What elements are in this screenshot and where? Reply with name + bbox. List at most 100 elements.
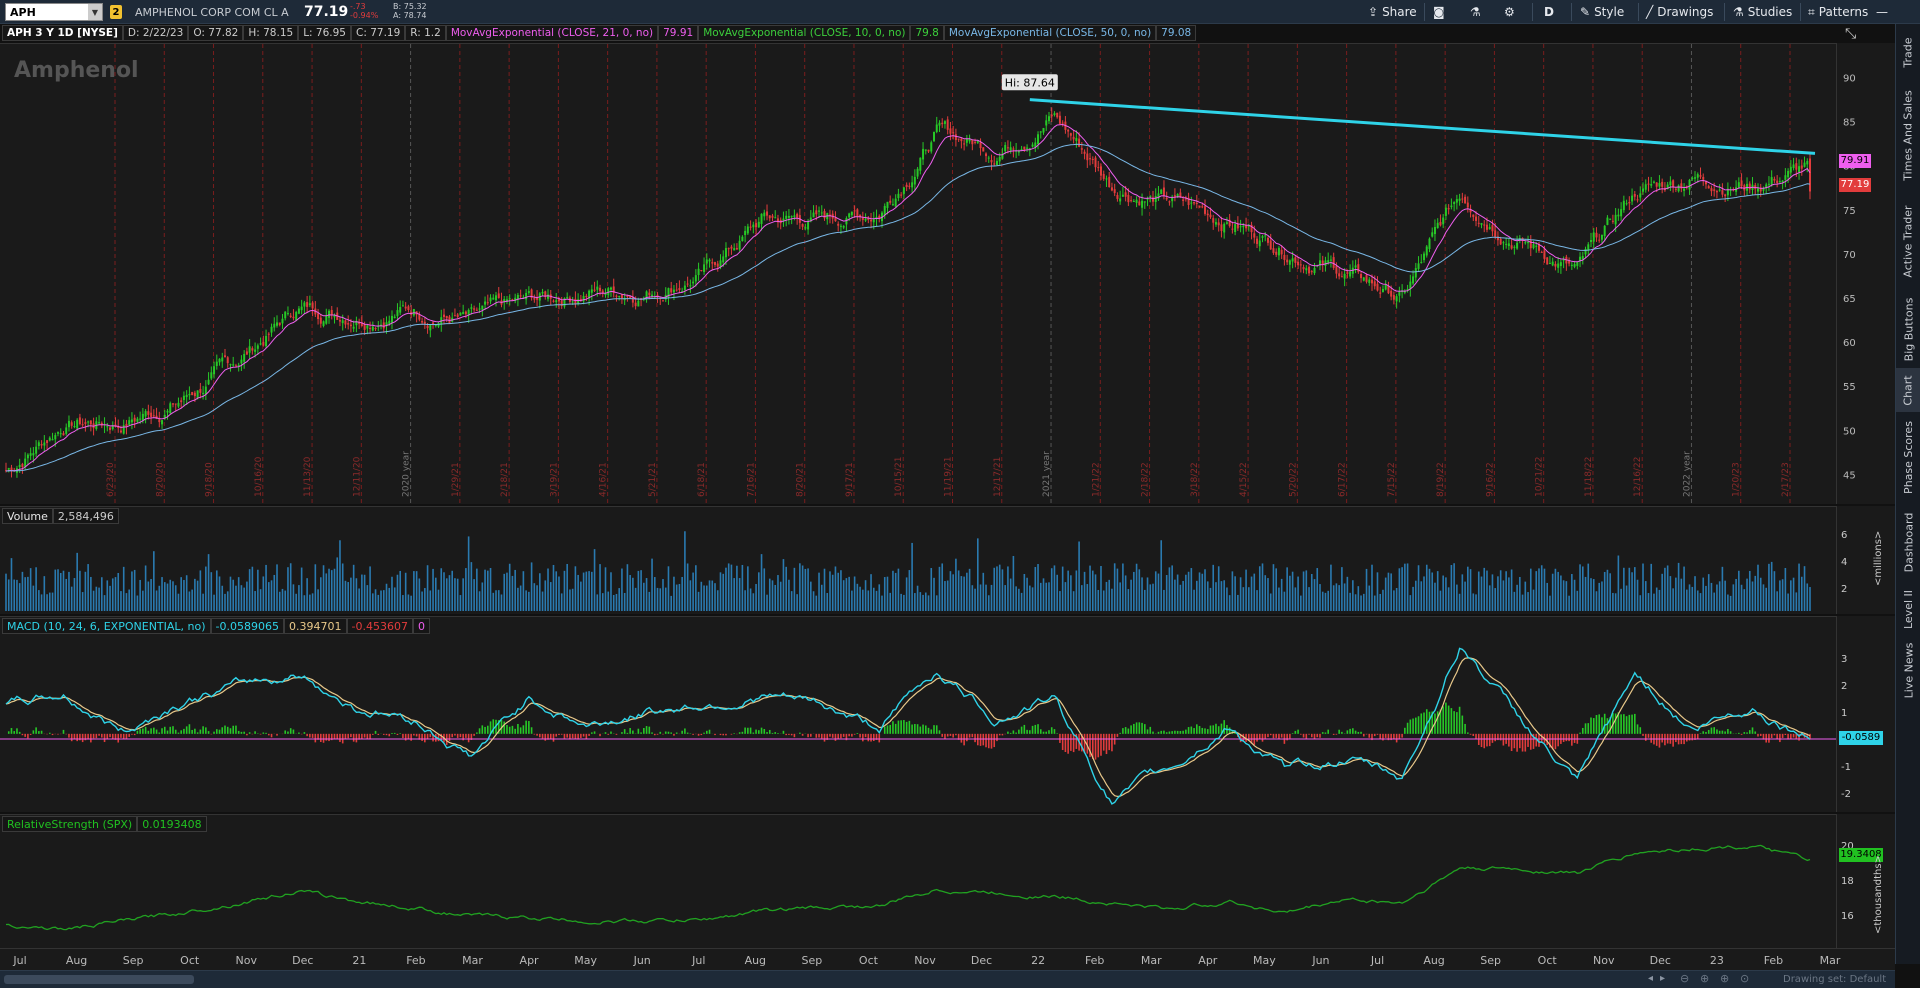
- settings-button[interactable]: ⚙: [1504, 3, 1515, 21]
- volume-bar: [363, 574, 366, 611]
- ema50-label[interactable]: MovAvgExponential (CLOSE, 50, 0, no): [943, 25, 1157, 41]
- camera-button[interactable]: ◙: [1433, 3, 1445, 21]
- link-group-badge[interactable]: 2: [110, 5, 122, 19]
- candle-body: [1121, 194, 1124, 197]
- volume-chart[interactable]: [0, 507, 1836, 614]
- chevron-down-icon[interactable]: ▼: [88, 4, 102, 20]
- patterns-button[interactable]: ⌗ Patterns: [1808, 3, 1868, 21]
- macd-hist-bar: [117, 733, 120, 743]
- chart-scrollbar[interactable]: ◂ ▸ ⊖ ⊕ ⊕ ⊙ Drawing set: Default: [0, 970, 1895, 988]
- macd-panel[interactable]: MACD (10, 24, 6, EXPONENTIAL, no) -0.058…: [0, 616, 1836, 812]
- volume-panel[interactable]: Volume 2,584,496: [0, 506, 1836, 614]
- volume-bar: [1237, 594, 1239, 611]
- candle-body: [396, 310, 399, 317]
- share-button[interactable]: ⇪ Share: [1368, 3, 1417, 21]
- volume-bar: [1321, 591, 1324, 611]
- zoom-fit-icon[interactable]: ⊕: [1700, 972, 1709, 985]
- macd-hist-bar: [1097, 733, 1100, 758]
- tab-big-buttons[interactable]: Big Buttons: [1896, 292, 1920, 366]
- candle-body: [300, 306, 303, 311]
- macd-hist-bar: [1012, 730, 1015, 734]
- macd-hist-bar: [686, 732, 689, 734]
- macd-chart[interactable]: [0, 617, 1836, 812]
- toolbar-divider: [1638, 3, 1639, 21]
- tab-level-ii[interactable]: Level II: [1896, 584, 1920, 634]
- tab-times-and-sales[interactable]: Times And Sales: [1896, 80, 1920, 190]
- candle-body: [171, 403, 174, 405]
- price-panel[interactable]: Amphenol 6/23/20 8/20/20 9/18/20 10/16/20 11…: [0, 43, 1836, 504]
- drawing-set-label[interactable]: Drawing set: Default: [1783, 974, 1886, 985]
- scroll-left-icon[interactable]: ◂: [1648, 973, 1653, 984]
- volume-bar: [845, 578, 848, 611]
- volume-bar: [465, 568, 467, 611]
- volume-bar: [267, 582, 270, 611]
- volume-bar: [1097, 589, 1100, 611]
- drawings-button[interactable]: ╱ Drawings: [1646, 3, 1713, 21]
- macd-hist-bar: [935, 725, 938, 734]
- volume-bar: [210, 572, 213, 611]
- volume-bar: [643, 582, 645, 611]
- volume-scale[interactable]: 6 4 2 <millions>: [1836, 506, 1895, 614]
- zoom-reset-icon[interactable]: ⊙: [1740, 972, 1749, 985]
- macd-hist-bar: [98, 733, 100, 736]
- macd-hist-bar: [344, 733, 347, 739]
- flask-button[interactable]: ⚗: [1470, 3, 1481, 21]
- ema21-label[interactable]: MovAvgExponential (CLOSE, 21, 0, no): [445, 25, 659, 41]
- price-chart[interactable]: Amphenol 6/23/20 8/20/20 9/18/20 10/16/20 11…: [0, 44, 1836, 504]
- rs-chart[interactable]: [0, 815, 1836, 948]
- scroll-right-icon[interactable]: ▸: [1660, 973, 1665, 984]
- volume-bar: [188, 591, 191, 611]
- volume-bar: [755, 583, 757, 611]
- volume-bar: [634, 587, 637, 611]
- candle-body: [1256, 238, 1259, 244]
- macd-hist-bar: [1185, 729, 1187, 734]
- volume-label[interactable]: Volume: [2, 508, 53, 524]
- volume-bar: [1707, 574, 1710, 611]
- tab-active-trader[interactable]: Active Trader: [1896, 196, 1920, 286]
- macd-hist-bar: [306, 733, 308, 737]
- rs-label[interactable]: RelativeStrength (SPX): [2, 816, 138, 832]
- tab-dashboard[interactable]: Dashboard: [1896, 504, 1920, 580]
- minimize-button[interactable]: —: [1876, 3, 1888, 21]
- candle-body: [401, 305, 404, 307]
- volume-bar: [1094, 574, 1097, 611]
- volume-bar: [1658, 589, 1661, 611]
- candle-body: [1543, 250, 1546, 260]
- macd-scale[interactable]: 3 2 1 -1 -2 -0.0589: [1836, 616, 1895, 812]
- ema10-label[interactable]: MovAvgExponential (CLOSE, 10, 0, no): [698, 25, 911, 41]
- month-label: Feb: [406, 954, 425, 967]
- macd-hist-bar: [615, 733, 618, 735]
- rs-scale[interactable]: 20 18 16 19.3408 <thousandths>: [1836, 814, 1895, 948]
- candle-body: [43, 442, 46, 446]
- macd-hist-bar: [106, 733, 109, 739]
- studies-button[interactable]: ⚗ Studies: [1733, 3, 1792, 21]
- price-scale[interactable]: 90858075706560555045 79.91 77.19 ⤡: [1836, 26, 1895, 504]
- macd-hist-bar: [837, 733, 839, 740]
- tab-live-news[interactable]: Live News: [1896, 638, 1920, 702]
- candle-body: [911, 182, 914, 188]
- scroll-thumb[interactable]: [4, 975, 194, 984]
- macd-label[interactable]: MACD (10, 24, 6, EXPONENTIAL, no): [2, 618, 211, 634]
- chart-title[interactable]: APH 3 Y 1D [NYSE]: [2, 25, 123, 41]
- share-label: Share: [1382, 5, 1417, 19]
- zoom-out-icon[interactable]: ⊖: [1680, 972, 1689, 985]
- tab-phase-scores[interactable]: Phase Scores: [1896, 414, 1920, 500]
- symbol-input[interactable]: APH ▼: [5, 3, 103, 21]
- tab-trade[interactable]: Trade: [1896, 30, 1920, 74]
- rs-panel[interactable]: RelativeStrength (SPX) 0.0193408: [0, 814, 1836, 948]
- period-button[interactable]: D: [1544, 3, 1554, 21]
- macd-hist-bar: [396, 733, 399, 736]
- style-button[interactable]: ✎ Style: [1580, 3, 1624, 21]
- trendline[interactable]: [1029, 98, 1816, 155]
- tab-chart[interactable]: Chart: [1896, 368, 1920, 412]
- volume-bar: [1603, 571, 1606, 611]
- candle-body: [1792, 164, 1795, 169]
- volume-bar: [905, 577, 908, 611]
- volume-bar: [842, 580, 845, 611]
- expand-icon[interactable]: ⤡: [1845, 26, 1856, 42]
- time-axis[interactable]: Jul Aug Sep Oct Nov Dec 21 Feb Mar Apr May Jun Jul Au…: [0, 948, 1895, 970]
- volume-bar: [1748, 570, 1751, 611]
- zoom-in-icon[interactable]: ⊕: [1720, 972, 1729, 985]
- volume-bar: [799, 563, 801, 611]
- macd-hist-bar: [549, 733, 552, 740]
